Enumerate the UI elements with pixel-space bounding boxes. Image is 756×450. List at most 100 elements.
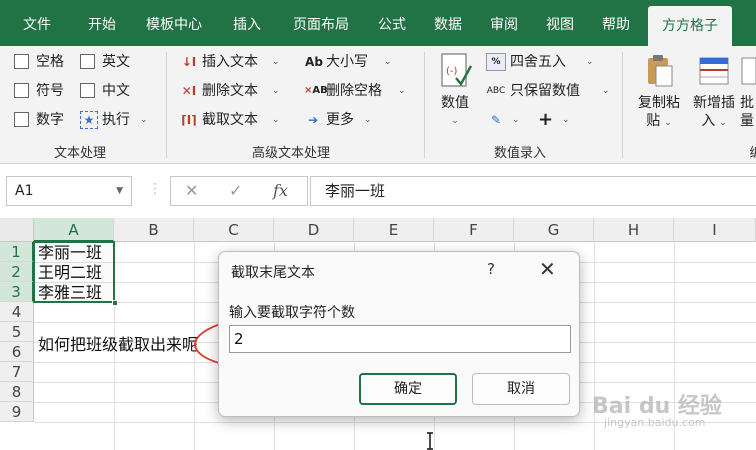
checkbox-box[interactable] — [80, 83, 95, 98]
row-header[interactable]: 8 — [0, 382, 34, 402]
edit-button[interactable]: ✎ ⌄ — [486, 108, 526, 132]
ibeam-cursor-icon — [427, 432, 433, 450]
chevron-down-icon: ⌄ — [384, 57, 392, 67]
cancel-icon[interactable]: ✕ — [185, 177, 198, 205]
confirm-icon[interactable]: ✓ — [229, 177, 242, 205]
batch-button[interactable]: 批 量 — [738, 50, 756, 130]
row-header[interactable]: 2 — [0, 262, 34, 282]
char-count-input[interactable]: 2 — [229, 325, 571, 353]
column-header[interactable]: E — [354, 218, 434, 242]
ok-button[interactable]: 确定 — [359, 373, 457, 405]
chevron-down-icon: ⌄ — [562, 115, 570, 125]
chevron-down-icon: ⌄ — [512, 115, 520, 125]
tab-home[interactable]: 开始 — [76, 0, 128, 46]
tab-data[interactable]: 数据 — [422, 0, 474, 46]
column-header[interactable]: H — [594, 218, 674, 242]
close-icon[interactable]: ✕ — [539, 257, 556, 281]
copy-paste-button[interactable]: 复制粘 贴 ⌄ — [634, 50, 684, 132]
chevron-down-icon: ⌄ — [364, 115, 372, 125]
fx-icon[interactable]: fx — [273, 177, 288, 205]
checkbox-space[interactable]: 空格 — [14, 50, 74, 74]
tab-file[interactable]: 文件 — [12, 0, 62, 46]
chevron-down-icon: ⌄ — [140, 115, 148, 125]
tab-view[interactable]: 视图 — [534, 0, 586, 46]
checkbox-number[interactable]: 数字 — [14, 108, 74, 132]
delete-space-icon: ×AB — [304, 85, 328, 96]
formula-input[interactable]: 李丽一班 — [310, 176, 756, 206]
chevron-down-icon: ⌄ — [719, 118, 727, 128]
checkbox-symbol[interactable]: 符号 — [14, 79, 74, 103]
baidu-watermark-url: jingyan.baidu.com — [604, 416, 706, 429]
cell-a5[interactable]: 如何把班级截取出来呢 — [38, 335, 198, 355]
tab-template-center[interactable]: 模板中心 — [134, 0, 214, 46]
case-ab-icon: Ab — [305, 55, 323, 69]
column-header[interactable]: A — [34, 218, 114, 242]
row-header[interactable]: 4 — [0, 302, 34, 322]
tab-help[interactable]: 帮助 — [590, 0, 642, 46]
tab-formulas[interactable]: 公式 — [366, 0, 418, 46]
batch-icon — [741, 57, 756, 85]
plus-icon: + — [538, 109, 554, 130]
tab-review[interactable]: 审阅 — [478, 0, 530, 46]
column-header[interactable]: I — [674, 218, 756, 242]
checkbox-chinese[interactable]: 中文 — [80, 79, 140, 103]
select-all-corner[interactable] — [0, 218, 34, 242]
tab-fangfang-gezi[interactable]: 方方格子 — [648, 6, 732, 46]
help-icon[interactable]: ? — [487, 260, 495, 278]
insert-new-button[interactable]: 新增插 入 ⌄ — [688, 50, 740, 132]
delete-text-button[interactable]: ✕I 删除文本 ⌄ — [180, 79, 290, 103]
row-header[interactable]: 1 — [0, 242, 34, 262]
formula-buttons: ✕ ✓ fx — [170, 176, 308, 206]
row-header[interactable]: 3 — [0, 282, 34, 302]
group-divider — [622, 52, 623, 158]
checkbox-box[interactable] — [14, 112, 29, 127]
extract-text-button[interactable]: ⌈I⌉ 截取文本 ⌄ — [180, 108, 290, 132]
row-header[interactable]: 6 — [0, 342, 34, 362]
delete-text-icon: ✕I — [181, 84, 197, 98]
checkbox-box[interactable] — [80, 54, 95, 69]
row-header[interactable]: 7 — [0, 362, 34, 382]
insert-text-icon: ↓I — [181, 55, 197, 69]
delete-space-button[interactable]: ×AB 删除空格 ⌄ — [304, 79, 408, 103]
column-header[interactable]: C — [194, 218, 274, 242]
column-header[interactable]: D — [274, 218, 354, 242]
row-header[interactable]: 9 — [0, 402, 34, 422]
group-label-number: 数值录入 — [493, 146, 546, 161]
column-header[interactable]: G — [514, 218, 594, 242]
clipboard-icon — [648, 55, 673, 87]
chevron-down-icon: ⌄ — [586, 57, 594, 67]
arrow-right-icon: ➔ — [307, 113, 319, 127]
svg-text:(-): (-) — [446, 66, 458, 77]
case-button[interactable]: Ab 大小写 ⌄ — [304, 50, 400, 74]
column-header[interactable]: B — [114, 218, 194, 242]
group-label-text: 文本处理 — [53, 146, 106, 161]
insert-text-button[interactable]: ↓I 插入文本 ⌄ — [180, 50, 290, 74]
execute-button[interactable]: ★ 执行 ⌄ — [80, 108, 160, 132]
number-icon: (-) — [441, 53, 472, 87]
tab-insert[interactable]: 插入 — [222, 0, 272, 46]
checkbox-box[interactable] — [14, 83, 29, 98]
chevron-down-icon: ⌄ — [272, 86, 280, 96]
chevron-down-icon: ⌄ — [272, 57, 280, 67]
star-icon: ★ — [80, 111, 98, 129]
fill-handle[interactable] — [112, 300, 118, 306]
row-header[interactable]: 5 — [0, 322, 34, 342]
tab-page-layout[interactable]: 页面布局 — [280, 0, 362, 46]
name-box[interactable]: A1 ▼ — [6, 176, 132, 206]
round-button[interactable]: % 四舍五入 ⌄ — [486, 50, 596, 74]
drag-handle-icon[interactable]: ⋮ — [148, 181, 162, 197]
add-button[interactable]: + ⌄ — [538, 108, 578, 132]
keep-number-button[interactable]: ABC 只保留数值 ⌄ — [486, 79, 610, 103]
abc-icon: ABC — [486, 86, 506, 96]
chevron-down-icon[interactable]: ▼ — [116, 177, 123, 205]
extract-text-icon: ⌈I⌉ — [181, 113, 197, 127]
more-button[interactable]: ➔ 更多 ⌄ — [304, 108, 384, 132]
checkbox-english[interactable]: 英文 — [80, 50, 140, 74]
cancel-button[interactable]: 取消 — [472, 373, 570, 405]
number-big-button[interactable]: (-) 数值 ⌄ — [434, 50, 476, 136]
chevron-down-icon: ⌄ — [664, 118, 672, 128]
checkbox-box[interactable] — [14, 54, 29, 69]
chevron-down-icon: ⌄ — [451, 116, 459, 126]
round-icon: % — [486, 53, 506, 71]
column-header[interactable]: F — [434, 218, 514, 242]
